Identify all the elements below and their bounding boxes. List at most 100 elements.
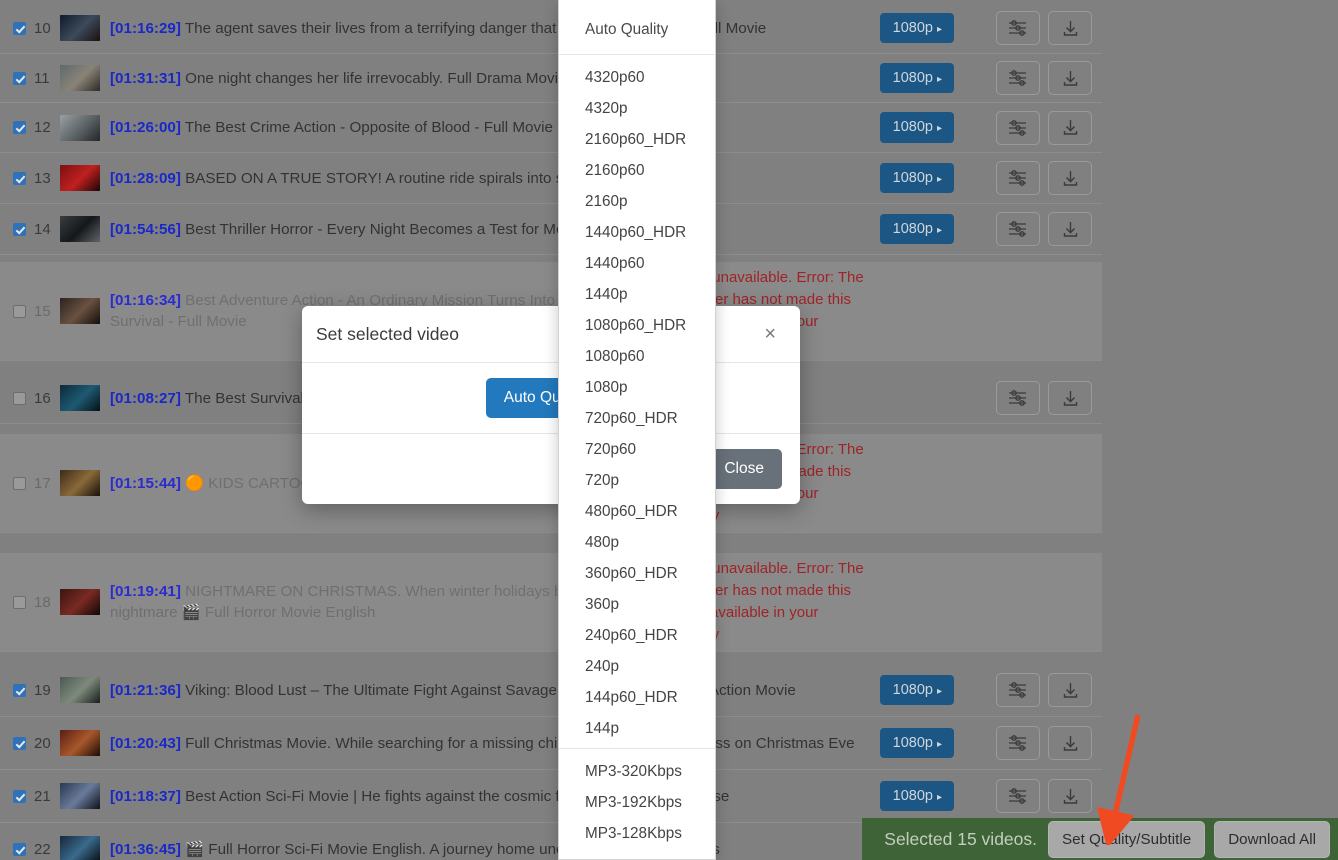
row-select-checkbox[interactable] — [12, 842, 26, 856]
settings-sliders-button[interactable] — [996, 726, 1040, 760]
dropdown-item-video-quality[interactable]: 1440p — [559, 279, 715, 310]
video-thumbnail[interactable] — [60, 677, 100, 703]
row-quality-button[interactable]: 1080p▸ — [879, 780, 954, 812]
video-title[interactable]: [01:16:29] The agent saves their lives f… — [110, 9, 870, 48]
dropdown-item-audio-quality[interactable]: MP3-128Kbps — [559, 818, 715, 849]
settings-sliders-button[interactable] — [996, 673, 1040, 707]
video-thumbnail[interactable] — [60, 15, 100, 41]
quality-dropdown-menu[interactable]: Auto Quality 4320p60 4320p 2160p60_HDR 2160p… — [558, 0, 716, 860]
close-icon[interactable]: × — [760, 322, 780, 346]
table-row[interactable]: 18 [01:19:41] NIGHTMARE ON CHRISTMAS. Whe… — [0, 553, 1102, 652]
dropdown-item-video-quality[interactable]: 144p60_HDR — [559, 682, 715, 713]
download-button[interactable] — [1048, 726, 1092, 760]
row-select-checkbox[interactable] — [12, 736, 26, 750]
dropdown-item-video-quality[interactable]: 720p60_HDR — [559, 403, 715, 434]
dropdown-header-auto-quality[interactable]: Auto Quality — [559, 12, 715, 50]
row-select-checkbox-cell[interactable] — [0, 736, 34, 750]
row-quality-button[interactable]: 1080p▸ — [879, 727, 954, 759]
video-title[interactable]: [01:26:00] The Best Crime Action - Oppos… — [110, 108, 870, 147]
table-row[interactable]: 19 [01:21:36] Viking: Blood Lust – The Ul… — [0, 664, 1102, 717]
row-select-checkbox-cell[interactable] — [0, 304, 34, 318]
table-row[interactable]: 12 [01:26:00] The Best Crime Action - Opp… — [0, 103, 1102, 153]
video-thumbnail[interactable] — [60, 114, 100, 141]
video-thumbnail[interactable] — [60, 65, 100, 91]
row-select-checkbox[interactable] — [12, 121, 26, 134]
row-select-checkbox-cell[interactable] — [0, 171, 34, 185]
dropdown-item-video-quality[interactable]: 1440p60_HDR — [559, 217, 715, 248]
dropdown-item-video-quality[interactable]: 1080p — [559, 372, 715, 403]
row-select-checkbox-cell[interactable] — [0, 842, 34, 856]
download-button[interactable] — [1048, 11, 1092, 45]
row-select-checkbox[interactable] — [12, 71, 26, 85]
row-select-checkbox-cell[interactable] — [0, 789, 34, 803]
video-thumbnail[interactable] — [60, 298, 100, 324]
close-button[interactable]: Close — [706, 449, 782, 489]
row-select-checkbox-cell[interactable] — [0, 595, 34, 609]
video-thumbnail[interactable] — [60, 783, 100, 809]
video-thumbnail[interactable] — [60, 165, 100, 191]
table-row[interactable]: 13 [01:28:09] BASED ON A TRUE STORY! A ro… — [0, 153, 1102, 204]
row-select-checkbox-cell[interactable] — [0, 222, 34, 236]
table-row[interactable]: 21 [01:18:37] Best Action Sci-Fi Movie | … — [0, 770, 1102, 823]
row-select-checkbox-cell[interactable] — [0, 683, 34, 697]
row-select-checkbox[interactable] — [12, 683, 26, 697]
row-select-checkbox[interactable] — [12, 304, 26, 318]
download-button[interactable] — [1048, 110, 1092, 145]
row-select-checkbox-cell[interactable] — [0, 476, 34, 490]
row-quality-button[interactable]: 1080p▸ — [879, 12, 954, 44]
row-quality-button[interactable]: 1080p▸ — [879, 213, 954, 245]
table-row[interactable]: 14 [01:54:56] Best Thriller Horror - Ever… — [0, 204, 1102, 255]
video-thumbnail[interactable] — [60, 470, 100, 496]
video-title[interactable]: [01:31:31] One night changes her life ir… — [110, 59, 870, 98]
dropdown-item-video-quality[interactable]: 1080p60_HDR — [559, 310, 715, 341]
video-thumbnail[interactable] — [60, 385, 100, 411]
dropdown-item-video-quality[interactable]: 360p60_HDR — [559, 558, 715, 589]
dropdown-item-video-quality[interactable]: 2160p — [559, 186, 715, 217]
row-quality-button[interactable]: 1080p▸ — [879, 112, 954, 143]
dropdown-item-video-quality[interactable]: 480p — [559, 527, 715, 558]
dropdown-item-video-quality[interactable]: 360p — [559, 589, 715, 620]
row-select-checkbox[interactable] — [12, 595, 26, 609]
video-thumbnail[interactable] — [60, 836, 100, 860]
settings-sliders-button[interactable] — [996, 11, 1040, 45]
settings-sliders-button[interactable] — [996, 61, 1040, 95]
settings-sliders-button[interactable] — [996, 212, 1040, 246]
row-select-checkbox-cell[interactable] — [0, 21, 34, 35]
row-quality-button[interactable]: 1080p▸ — [879, 62, 954, 94]
dropdown-item-video-quality[interactable]: 4320p60 — [559, 62, 715, 93]
row-select-checkbox-cell[interactable] — [0, 71, 34, 85]
video-thumbnail[interactable] — [60, 216, 100, 242]
download-button[interactable] — [1048, 779, 1092, 813]
video-thumbnail[interactable] — [60, 589, 100, 615]
download-button[interactable] — [1048, 212, 1092, 246]
video-title[interactable]: [01:54:56] Best Thriller Horror - Every … — [110, 210, 870, 249]
video-title[interactable]: [01:18:37] Best Action Sci-Fi Movie | He… — [110, 777, 870, 816]
row-select-checkbox-cell[interactable] — [0, 121, 34, 134]
settings-sliders-button[interactable] — [996, 110, 1040, 145]
settings-sliders-button[interactable] — [996, 381, 1040, 415]
row-select-checkbox[interactable] — [12, 476, 26, 490]
dropdown-item-video-quality[interactable]: 2160p60_HDR — [559, 124, 715, 155]
dropdown-item-video-quality[interactable]: 720p — [559, 465, 715, 496]
dropdown-item-audio-quality[interactable]: MP3-320Kbps — [559, 756, 715, 787]
video-title[interactable]: [01:20:43] Full Christmas Movie. While s… — [110, 724, 870, 763]
row-select-checkbox-cell[interactable] — [0, 391, 34, 405]
video-thumbnail[interactable] — [60, 730, 100, 756]
dropdown-item-video-quality[interactable]: 720p60 — [559, 434, 715, 465]
settings-sliders-button[interactable] — [996, 161, 1040, 195]
set-quality-subtitle-button[interactable]: Set Quality/Subtitle — [1048, 820, 1206, 858]
row-select-checkbox[interactable] — [12, 222, 26, 236]
download-button[interactable] — [1048, 673, 1092, 707]
settings-sliders-button[interactable] — [996, 779, 1040, 813]
video-title[interactable]: [01:36:45] 🎬 Full Horror Sci-Fi Movie En… — [110, 830, 870, 860]
row-select-checkbox[interactable] — [12, 21, 26, 35]
download-button[interactable] — [1048, 381, 1092, 415]
dropdown-item-video-quality[interactable]: 1080p60 — [559, 341, 715, 372]
download-button[interactable] — [1048, 161, 1092, 195]
download-all-button[interactable]: Download All — [1214, 820, 1330, 858]
download-button[interactable] — [1048, 61, 1092, 95]
dropdown-item-audio-quality[interactable]: MP3-192Kbps — [559, 787, 715, 818]
dropdown-item-video-quality[interactable]: 144p — [559, 713, 715, 744]
dropdown-item-video-quality[interactable]: 240p60_HDR — [559, 620, 715, 651]
dropdown-item-video-quality[interactable]: 480p60_HDR — [559, 496, 715, 527]
